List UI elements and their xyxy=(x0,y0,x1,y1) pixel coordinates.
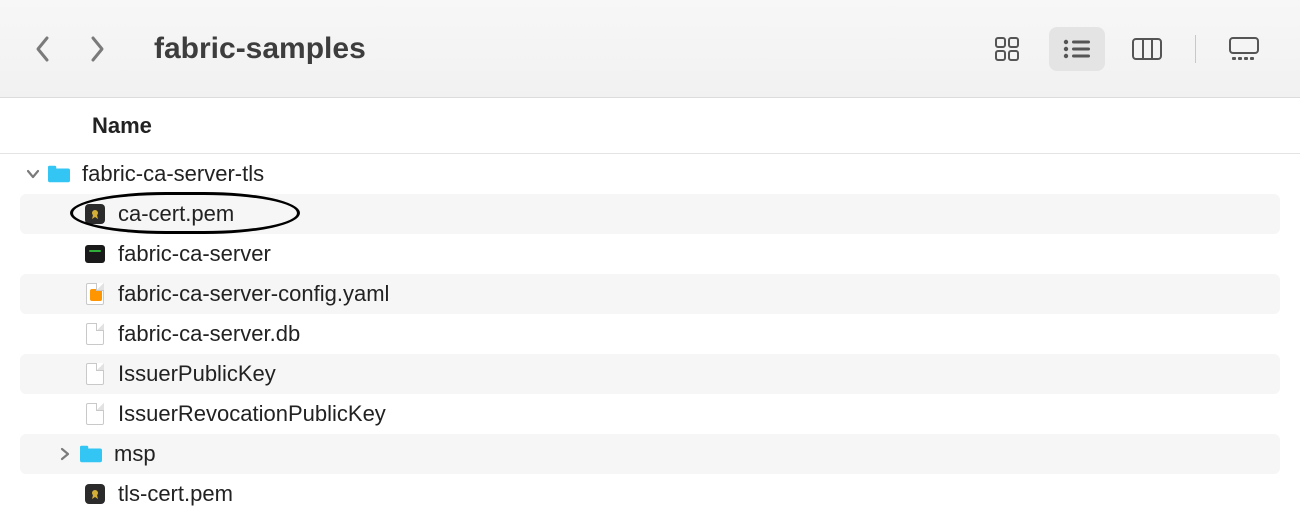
column-name-label: Name xyxy=(92,113,152,139)
file-row[interactable]: IssuerRevocationPublicKey xyxy=(20,394,1280,434)
folder-row[interactable]: msp xyxy=(20,434,1280,474)
columns-icon xyxy=(1132,38,1162,60)
disclosure-triangle[interactable] xyxy=(56,445,74,463)
chevron-left-icon xyxy=(34,35,52,63)
document-icon xyxy=(84,403,106,425)
document-icon xyxy=(84,323,106,345)
folder-row[interactable]: fabric-ca-server-tls xyxy=(20,154,1280,194)
folder-icon xyxy=(80,443,102,465)
folder-name: fabric-ca-server-tls xyxy=(82,161,264,187)
toolbar-divider xyxy=(1195,35,1196,63)
view-mode-buttons xyxy=(979,27,1272,71)
disclosure-triangle[interactable] xyxy=(24,165,42,183)
grid-icon xyxy=(994,36,1020,62)
file-row[interactable]: fabric-ca-server.db xyxy=(20,314,1280,354)
icon-view-button[interactable] xyxy=(979,27,1035,71)
forward-button[interactable] xyxy=(82,34,112,64)
file-name: fabric-ca-server.db xyxy=(118,321,300,347)
gallery-icon xyxy=(1229,37,1259,61)
file-name: IssuerRevocationPublicKey xyxy=(118,401,386,427)
gallery-view-button[interactable] xyxy=(1216,27,1272,71)
certificate-icon xyxy=(84,203,106,225)
file-name: fabric-ca-server xyxy=(118,241,271,267)
folder-icon xyxy=(48,163,70,185)
toolbar: fabric-samples xyxy=(0,0,1300,98)
document-icon xyxy=(84,363,106,385)
certificate-icon xyxy=(84,483,106,505)
file-list: fabric-ca-server-tls ca-cert.pem fabric-… xyxy=(0,154,1300,514)
nav-arrows xyxy=(28,34,112,64)
list-icon xyxy=(1062,38,1092,60)
chevron-right-icon xyxy=(88,35,106,63)
chevron-right-icon xyxy=(58,447,72,461)
file-name: fabric-ca-server-config.yaml xyxy=(118,281,389,307)
file-name: tls-cert.pem xyxy=(118,481,233,507)
file-row[interactable]: IssuerPublicKey xyxy=(20,354,1280,394)
yaml-file-icon xyxy=(84,283,106,305)
back-button[interactable] xyxy=(28,34,58,64)
list-view-button[interactable] xyxy=(1049,27,1105,71)
chevron-down-icon xyxy=(26,167,40,181)
column-header[interactable]: Name xyxy=(0,98,1300,154)
file-name: IssuerPublicKey xyxy=(118,361,276,387)
file-row[interactable]: ca-cert.pem xyxy=(20,194,1280,234)
file-row[interactable]: fabric-ca-server-config.yaml xyxy=(20,274,1280,314)
file-row[interactable]: tls-cert.pem xyxy=(20,474,1280,514)
executable-icon xyxy=(84,243,106,265)
file-name: ca-cert.pem xyxy=(118,201,234,227)
window-title: fabric-samples xyxy=(154,32,366,66)
column-view-button[interactable] xyxy=(1119,27,1175,71)
folder-name: msp xyxy=(114,441,156,467)
file-row[interactable]: fabric-ca-server xyxy=(20,234,1280,274)
